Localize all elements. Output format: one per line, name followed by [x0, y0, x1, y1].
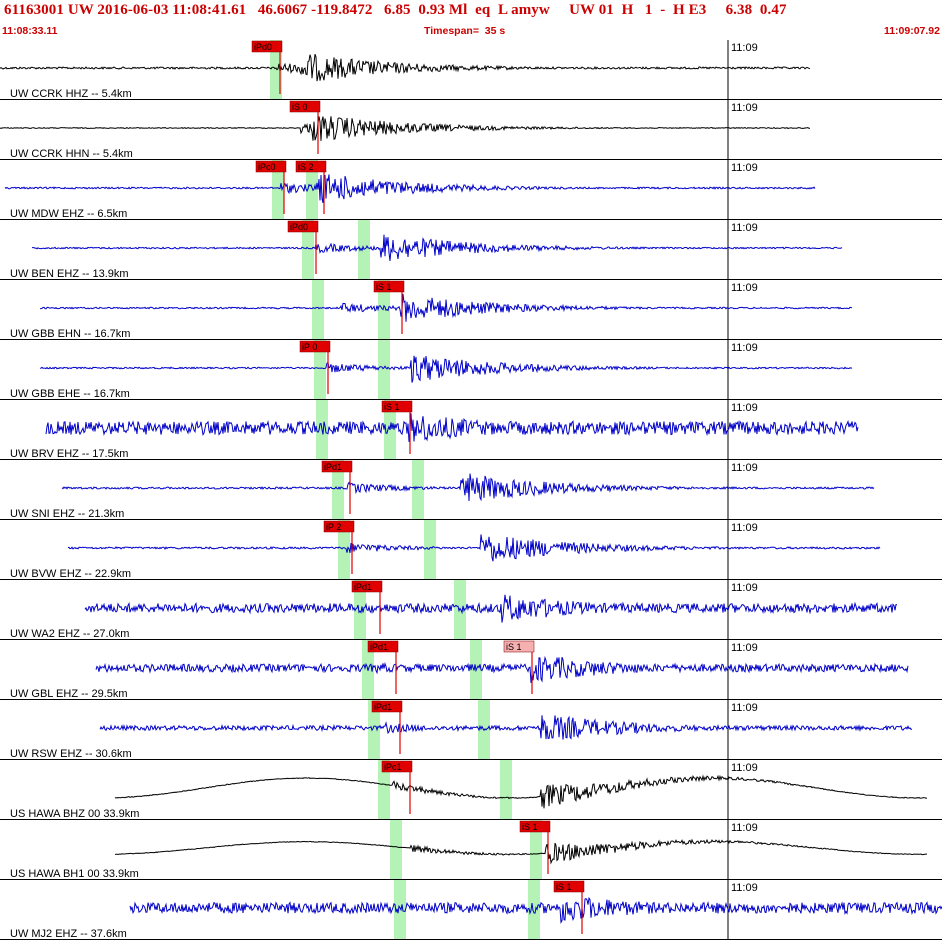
minute-tick-label: 11:09: [731, 402, 758, 414]
phase-pick-marker[interactable]: iS 0: [289, 100, 321, 154]
pick-label: iS 1: [522, 822, 538, 832]
minute-tick-label: 11:09: [731, 822, 758, 834]
waveform-trace: [114, 838, 928, 865]
pick-label: iS 2: [298, 162, 314, 172]
pick-label: iP 0: [302, 342, 317, 352]
minute-tick-label: 11:09: [731, 282, 758, 294]
event-header: 61163001 UW 2016-06-03 11:08:41.61 46.60…: [0, 0, 942, 40]
station-label: UW CCRK HHZ -- 5.4km: [10, 88, 132, 100]
station-label: UW SNI EHZ -- 21.3km: [10, 508, 124, 520]
pick-label: iPd1: [354, 582, 372, 592]
trace-row[interactable]: 11:09 iPd0 UW BEN EHZ -- 13.9km: [0, 220, 942, 280]
minute-tick-label: 11:09: [731, 162, 758, 174]
station-label: UW MDW EHZ -- 6.5km: [10, 208, 127, 220]
phase-window-band: [390, 820, 402, 879]
pick-label: iS 1: [506, 642, 522, 652]
minute-tick-label: 11:09: [731, 462, 758, 474]
start-time-label: 11:08:33.11: [2, 25, 58, 37]
waveform-trace: [84, 594, 898, 623]
pick-label: iPc1: [384, 762, 402, 772]
trace-row[interactable]: 11:09 iPd0 UW CCRK HHZ -- 5.4km: [0, 40, 942, 100]
minute-tick-label: 11:09: [731, 642, 758, 654]
waveform-trace: [39, 355, 853, 383]
trace-row[interactable]: 11:09 iPd1 iS 1 UW GBL EHZ -- 29.5km: [0, 640, 942, 700]
waveform-trace: [4, 174, 816, 204]
station-label: UW CCRK HHN -- 5.4km: [10, 148, 133, 160]
waveform-trace: [114, 774, 928, 809]
station-label: UW BVW EHZ -- 22.9km: [10, 568, 131, 580]
station-label: US HAWA BHZ 00 33.9km: [10, 808, 139, 820]
station-label: US HAWA BH1 00 33.9km: [10, 868, 139, 880]
minute-tick-label: 11:09: [731, 222, 758, 234]
minute-tick-label: 11:09: [731, 102, 758, 114]
pick-label: iPd1: [370, 642, 388, 652]
trace-row[interactable]: 11:09 iS 1 UW GBB EHN -- 16.7km: [0, 280, 942, 340]
minute-tick-label: 11:09: [731, 522, 758, 534]
trace-row[interactable]: 11:09 iS 1 UW BRV EHZ -- 17.5km: [0, 400, 942, 460]
seismogram-panel[interactable]: 11:09 iPd0 UW CCRK HHZ -- 5.4km 11:09 iS 0 UW…: [0, 40, 942, 940]
station-label: UW GBB EHN -- 16.7km: [10, 328, 130, 340]
waveform-trace: [0, 54, 811, 82]
minute-tick-label: 11:09: [731, 882, 758, 894]
trace-row[interactable]: 11:09 iPd1 UW SNI EHZ -- 21.3km: [0, 460, 942, 520]
trace-row[interactable]: 11:09 iPd1 UW RSW EHZ -- 30.6km: [0, 700, 942, 760]
minute-tick-label: 11:09: [731, 702, 758, 714]
phase-window-band: [424, 520, 436, 579]
pick-label: iS 1: [376, 282, 392, 292]
phase-window-band: [412, 460, 424, 519]
station-label: UW WA2 EHZ -- 27.0km: [10, 628, 129, 640]
pick-label: iPd1: [374, 702, 392, 712]
pick-label: iS 0: [292, 102, 308, 112]
trace-row[interactable]: 11:09 iP 2 UW BVW EHZ -- 22.9km: [0, 520, 942, 580]
pick-label: iP 2: [326, 522, 341, 532]
pick-label: iPd0: [254, 42, 272, 52]
pick-label: iPd1: [324, 462, 342, 472]
trace-row[interactable]: 11:09 iPc0 iS 2 UW MDW EHZ -- 6.5km: [0, 160, 942, 220]
end-time-label: 11:09:07.92: [883, 25, 940, 37]
phase-window-band: [378, 340, 390, 399]
station-label: UW RSW EHZ -- 30.6km: [10, 748, 132, 760]
trace-row[interactable]: 11:09 iS 1 US HAWA BH1 00 33.9km: [0, 820, 942, 880]
minute-tick-label: 11:09: [731, 762, 758, 774]
waveform-trace: [67, 534, 881, 562]
waveform-trace: [45, 413, 859, 442]
event-summary-line: 61163001 UW 2016-06-03 11:08:41.61 46.60…: [4, 2, 787, 18]
phase-window-band: [500, 760, 512, 819]
trace-row[interactable]: 11:09 iPd1 UW WA2 EHZ -- 27.0km: [0, 580, 942, 640]
pick-label: iS 1: [556, 882, 572, 892]
station-label: UW GBL EHZ -- 29.5km: [10, 688, 128, 700]
trace-row[interactable]: 11:09 iS 1 UW MJ2 EHZ -- 37.6km: [0, 880, 942, 940]
phase-window-band: [312, 280, 324, 339]
trace-row[interactable]: 11:09 iP 0 UW GBB EHE -- 16.7km: [0, 340, 942, 400]
minute-tick-label: 11:09: [731, 42, 758, 54]
pick-label: iPc0: [258, 162, 276, 172]
minute-tick-label: 11:09: [731, 582, 758, 594]
pick-label: iPd0: [290, 222, 308, 232]
waveform-trace: [0, 116, 811, 141]
station-label: UW GBB EHE -- 16.7km: [10, 388, 130, 400]
waveform-trace: [61, 473, 875, 502]
waveform-trace: [32, 234, 843, 262]
trace-row[interactable]: 11:09 iS 0 UW CCRK HHN -- 5.4km: [0, 100, 942, 160]
pick-label: iS 1: [384, 402, 400, 412]
waveform-trace: [99, 715, 913, 740]
station-label: UW MJ2 EHZ -- 37.6km: [10, 928, 127, 940]
station-label: UW BEN EHZ -- 13.9km: [10, 268, 129, 280]
timespan-label: Timespan= 35 s: [424, 25, 506, 37]
waveform-trace: [95, 655, 909, 683]
minute-tick-label: 11:09: [731, 342, 758, 354]
waveform-trace: [39, 293, 853, 322]
station-label: UW BRV EHZ -- 17.5km: [10, 448, 128, 460]
phase-window-band: [528, 880, 540, 939]
trace-row[interactable]: 11:09 iPc1 US HAWA BHZ 00 33.9km: [0, 760, 942, 820]
